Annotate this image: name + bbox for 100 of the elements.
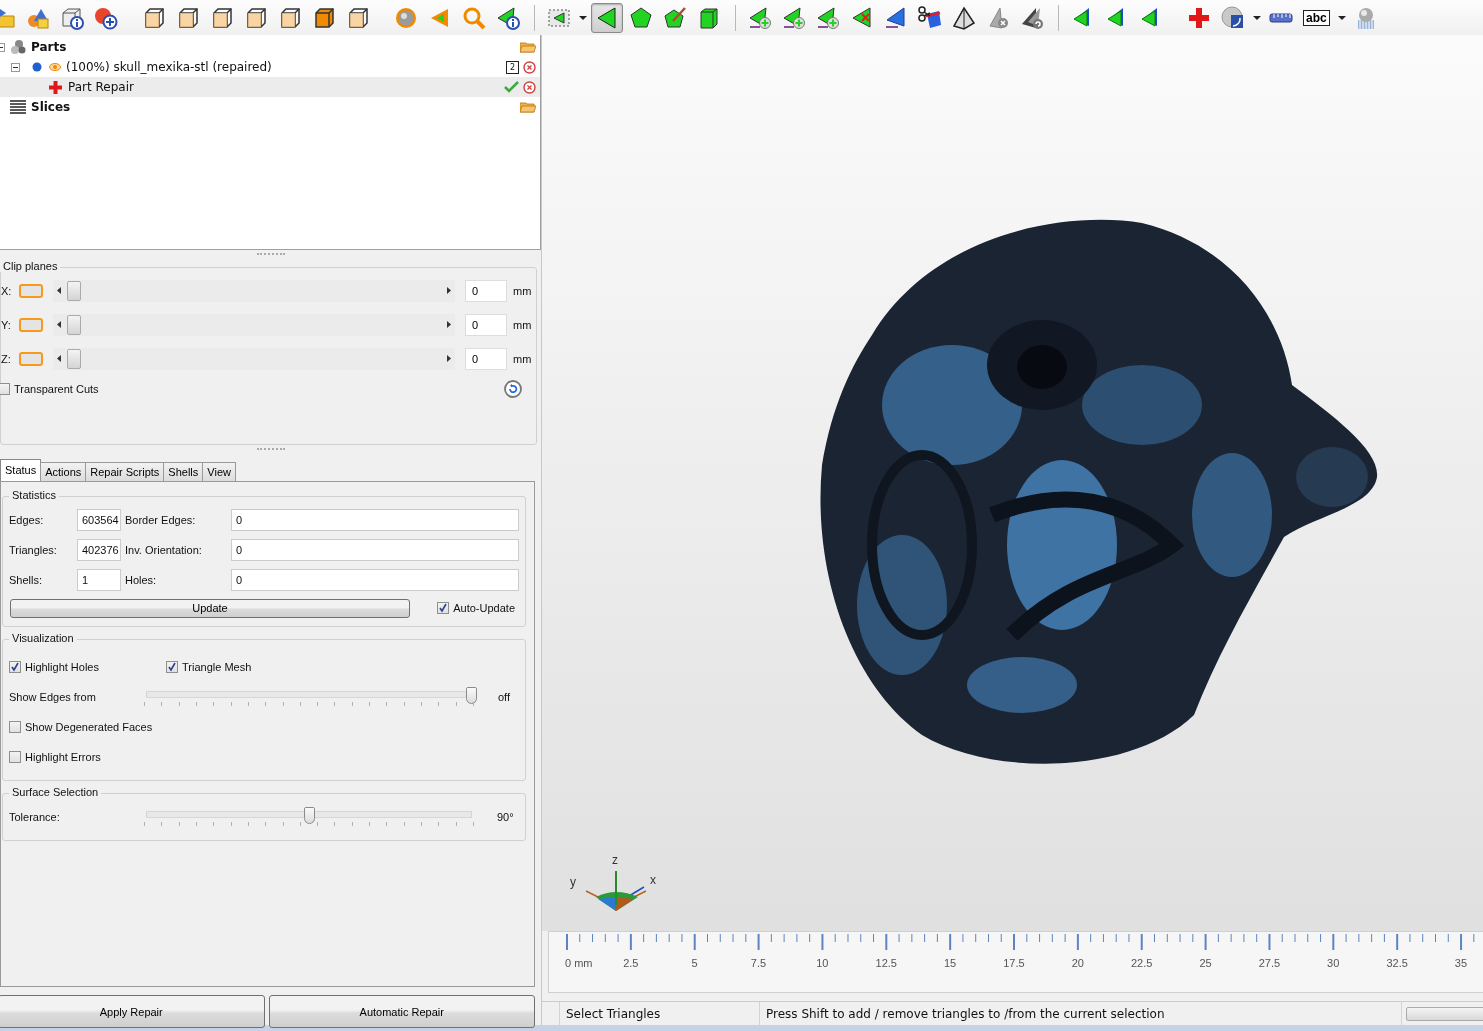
value-field: 402376	[77, 538, 121, 561]
tree-item[interactable]: Parts	[0, 37, 540, 57]
ruler-label: 35	[1453, 957, 1469, 969]
slider-thumb[interactable]	[466, 686, 477, 704]
axis-label: x	[650, 873, 656, 887]
triangle-info-icon	[496, 5, 520, 30]
caret-icon	[1253, 15, 1261, 20]
ruler-label: 32.5	[1385, 957, 1409, 969]
tab[interactable]: Repair Scripts	[85, 461, 165, 481]
number-field[interactable]: 0	[465, 313, 507, 336]
ruler-label: 27.5	[1257, 957, 1282, 969]
checkbox-label: Highlight Errors	[25, 750, 101, 763]
ruler-label: 17.5	[1002, 957, 1026, 969]
reset-icon[interactable]	[504, 379, 522, 398]
count-badge: 2	[505, 60, 519, 74]
triangle-icon	[595, 5, 619, 30]
cube-icon	[142, 5, 166, 30]
spheres-icon	[10, 39, 26, 55]
number-field[interactable]: 0	[465, 347, 507, 370]
slider[interactable]	[53, 279, 455, 302]
tool-button[interactable]	[591, 2, 623, 33]
list-icon	[10, 100, 26, 114]
right-arrow-icon[interactable]	[447, 287, 451, 295]
checkbox[interactable]	[0, 382, 10, 395]
ruler-label: 15	[942, 957, 958, 969]
slider-thumb[interactable]	[67, 314, 82, 335]
caret-icon	[579, 15, 587, 20]
unit-label: mm	[513, 284, 532, 297]
folder-icon[interactable]	[520, 101, 536, 113]
action-button[interactable]: Apply Repair	[0, 995, 265, 1028]
color-swatch[interactable]	[19, 317, 43, 332]
dot-icon	[32, 62, 42, 72]
value-field: 0	[231, 568, 519, 591]
axis-label: z	[612, 853, 618, 867]
triangle-icon	[884, 5, 908, 30]
cube-icon	[244, 5, 268, 30]
checkbox[interactable]	[166, 660, 178, 673]
cube-icon	[176, 5, 200, 30]
plus-icon	[1187, 5, 1211, 30]
slider-value: off	[498, 690, 511, 703]
right-arrow-icon[interactable]	[447, 355, 451, 363]
value-field: 603564	[77, 508, 121, 531]
unit-label: mm	[513, 352, 532, 365]
tree-item[interactable]: Part Repair	[0, 77, 540, 97]
slider-thumb[interactable]	[67, 348, 82, 369]
field-label: Holes:	[124, 573, 158, 586]
color-swatch[interactable]	[19, 283, 43, 298]
tab[interactable]: Status	[0, 458, 42, 481]
collapse-icon[interactable]	[0, 42, 5, 52]
number-field[interactable]: 0	[465, 279, 507, 302]
pentagon-brush-icon	[663, 5, 687, 30]
group-title: Clip planes	[0, 259, 61, 272]
update-button[interactable]: Update	[10, 598, 410, 618]
checkbox[interactable]	[437, 602, 450, 615]
slider-thumb[interactable]	[304, 806, 315, 824]
axis-label: X:	[1, 284, 13, 297]
left-arrow-icon[interactable]	[57, 321, 61, 329]
folder-icon[interactable]	[520, 41, 536, 53]
value-field: 1	[77, 568, 121, 591]
caret-icon	[1337, 15, 1346, 20]
status-message: Press Shift to add / remove triangles to /from the current selection	[760, 1002, 1402, 1025]
close-icon[interactable]	[523, 60, 536, 74]
slider-label: Show Edges from	[9, 690, 97, 703]
status-mode: Select Triangles	[560, 1002, 760, 1025]
plus-icon	[49, 80, 62, 94]
blob-add-icon	[94, 5, 118, 30]
pyramid-close-icon	[986, 5, 1010, 30]
search-icon	[462, 5, 486, 30]
axis-label: Y:	[1, 318, 12, 331]
checkbox-label: Transparent Cuts	[14, 382, 99, 395]
slider[interactable]	[53, 313, 455, 336]
slider-thumb[interactable]	[67, 280, 82, 301]
ruler-label: 5	[690, 957, 699, 969]
slider[interactable]	[53, 347, 455, 370]
pyramid-icon	[952, 5, 976, 30]
tree-item[interactable]: (100%) skull_mexika-stl (repaired) 2	[0, 57, 540, 77]
collapse-icon[interactable]	[11, 62, 20, 72]
tree-item[interactable]: Slices	[0, 97, 540, 117]
checkbox[interactable]	[9, 660, 21, 673]
scissors-icon	[918, 5, 942, 30]
tab[interactable]: View	[202, 461, 236, 481]
axis-label: Z:	[1, 352, 12, 365]
tab[interactable]: Actions	[40, 461, 87, 481]
tool-button[interactable]: abc	[1299, 2, 1334, 33]
tab[interactable]: Shells	[163, 461, 204, 481]
pentagon-icon	[629, 5, 653, 30]
ruler-label: 0 mm	[564, 957, 594, 969]
cube-icon	[312, 5, 336, 30]
cube-icon	[346, 5, 370, 30]
group-title: Surface Selection	[9, 785, 102, 798]
left-arrow-icon[interactable]	[57, 355, 61, 363]
checkbox[interactable]	[9, 720, 21, 733]
color-swatch[interactable]	[19, 351, 43, 366]
left-arrow-icon[interactable]	[57, 287, 61, 295]
checkbox[interactable]	[9, 750, 21, 763]
close-icon[interactable]	[523, 80, 536, 94]
action-button[interactable]: Automatic Repair	[268, 995, 535, 1028]
right-arrow-icon[interactable]	[447, 321, 451, 329]
triangle-add-icon	[782, 5, 806, 30]
slider-label: Tolerance:	[9, 810, 61, 823]
